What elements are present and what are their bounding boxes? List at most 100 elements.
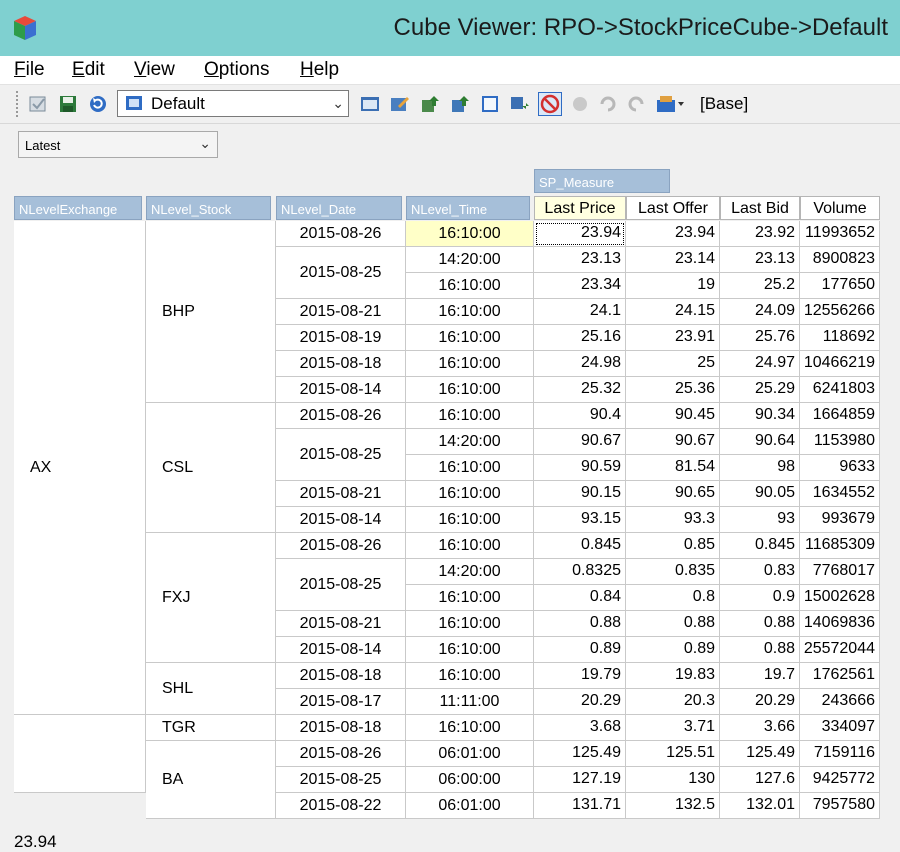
data-cell[interactable]: 243666: [800, 689, 880, 715]
stock-cell[interactable]: BHP: [146, 221, 276, 403]
menu-help[interactable]: Help: [300, 59, 339, 81]
time-cell[interactable]: 16:10:00: [406, 351, 534, 377]
time-cell[interactable]: 11:11:00: [406, 689, 534, 715]
data-cell[interactable]: 14069836: [800, 611, 880, 637]
data-cell[interactable]: 11685309: [800, 533, 880, 559]
edit-view-icon[interactable]: [390, 94, 410, 114]
suppress-zeros-icon[interactable]: [538, 92, 562, 116]
time-cell[interactable]: 16:10:00: [406, 299, 534, 325]
data-cell[interactable]: 125.51: [626, 741, 720, 767]
time-cell[interactable]: 16:10:00: [406, 663, 534, 689]
data-cell[interactable]: 90.4: [534, 403, 626, 429]
date-cell[interactable]: 2015-08-18: [276, 663, 406, 689]
data-cell[interactable]: 0.88: [626, 611, 720, 637]
data-cell[interactable]: 93.3: [626, 507, 720, 533]
data-cell[interactable]: 9633: [800, 455, 880, 481]
time-cell[interactable]: 06:01:00: [406, 793, 534, 819]
data-cell[interactable]: 23.92: [720, 221, 800, 247]
data-cell[interactable]: 93.15: [534, 507, 626, 533]
time-cell[interactable]: 16:10:00: [406, 325, 534, 351]
data-cell[interactable]: 23.13: [720, 247, 800, 273]
time-cell[interactable]: 14:20:00: [406, 429, 534, 455]
data-cell[interactable]: 93: [720, 507, 800, 533]
data-cell[interactable]: 24.97: [720, 351, 800, 377]
date-cell[interactable]: 2015-08-14: [276, 637, 406, 663]
menu-file[interactable]: File: [14, 59, 45, 81]
data-cell[interactable]: 90.67: [626, 429, 720, 455]
time-cell[interactable]: 16:10:00: [406, 455, 534, 481]
data-cell[interactable]: 25.16: [534, 325, 626, 351]
data-cell[interactable]: 90.34: [720, 403, 800, 429]
data-cell[interactable]: 7957580: [800, 793, 880, 819]
data-cell[interactable]: 0.845: [534, 533, 626, 559]
time-cell[interactable]: 16:10:00: [406, 611, 534, 637]
stock-cell[interactable]: BA: [146, 741, 276, 819]
time-cell[interactable]: 14:20:00: [406, 247, 534, 273]
data-cell[interactable]: 130: [626, 767, 720, 793]
data-cell[interactable]: 0.88: [720, 637, 800, 663]
date-cell[interactable]: 2015-08-18: [276, 715, 406, 741]
data-cell[interactable]: 12556266: [800, 299, 880, 325]
data-cell[interactable]: 23.94: [626, 221, 720, 247]
data-cell[interactable]: 19: [626, 273, 720, 299]
data-cell[interactable]: 25.76: [720, 325, 800, 351]
time-cell[interactable]: 16:10:00: [406, 507, 534, 533]
grid-arrow-icon[interactable]: [510, 94, 530, 114]
stock-cell[interactable]: TGR: [146, 715, 276, 741]
sandbox-icon[interactable]: [656, 94, 686, 114]
date-cell[interactable]: 2015-08-19: [276, 325, 406, 351]
date-cell[interactable]: 2015-08-17: [276, 689, 406, 715]
data-cell[interactable]: 0.845: [720, 533, 800, 559]
data-cell[interactable]: 7159116: [800, 741, 880, 767]
data-cell[interactable]: 23.91: [626, 325, 720, 351]
data-cell[interactable]: 993679: [800, 507, 880, 533]
date-cell[interactable]: 2015-08-21: [276, 611, 406, 637]
time-cell[interactable]: 16:10:00: [406, 637, 534, 663]
column-header-last-bid[interactable]: Last Bid: [720, 196, 800, 220]
time-cell[interactable]: 16:10:00: [406, 533, 534, 559]
redo-icon[interactable]: [626, 94, 646, 114]
time-cell[interactable]: 16:10:00: [406, 273, 534, 299]
data-cell[interactable]: 0.83: [720, 559, 800, 585]
data-cell[interactable]: 7768017: [800, 559, 880, 585]
toolbar-grip[interactable]: [16, 91, 22, 117]
time-cell[interactable]: 06:00:00: [406, 767, 534, 793]
data-cell[interactable]: 25.32: [534, 377, 626, 403]
date-cell[interactable]: 2015-08-25: [276, 247, 406, 299]
view-select[interactable]: Default ⌄: [117, 90, 349, 117]
data-cell[interactable]: 24.1: [534, 299, 626, 325]
column-dimension-header[interactable]: SP_Measure: [534, 169, 670, 193]
data-cell[interactable]: 0.88: [720, 611, 800, 637]
time-cell[interactable]: 16:10:00: [406, 403, 534, 429]
date-cell[interactable]: 2015-08-26: [276, 403, 406, 429]
date-cell[interactable]: 2015-08-26: [276, 741, 406, 767]
data-cell[interactable]: 1664859: [800, 403, 880, 429]
data-cell[interactable]: 25: [626, 351, 720, 377]
info-icon[interactable]: [570, 94, 590, 114]
data-cell[interactable]: 10466219: [800, 351, 880, 377]
data-cell[interactable]: 8900823: [800, 247, 880, 273]
data-cell[interactable]: 11993652: [800, 221, 880, 247]
data-cell[interactable]: 177650: [800, 273, 880, 299]
data-cell[interactable]: 25572044: [800, 637, 880, 663]
data-cell[interactable]: 23.34: [534, 273, 626, 299]
stock-cell[interactable]: FXJ: [146, 533, 276, 663]
data-cell[interactable]: 23.13: [534, 247, 626, 273]
data-cell[interactable]: 132.01: [720, 793, 800, 819]
time-cell[interactable]: 16:10:00: [406, 221, 534, 247]
date-cell[interactable]: 2015-08-26: [276, 533, 406, 559]
data-cell[interactable]: 15002628: [800, 585, 880, 611]
data-cell[interactable]: 1153980: [800, 429, 880, 455]
data-cell[interactable]: 0.84: [534, 585, 626, 611]
data-cell[interactable]: 3.71: [626, 715, 720, 741]
column-header-volume[interactable]: Volume: [800, 196, 880, 220]
date-cell[interactable]: 2015-08-26: [276, 221, 406, 247]
row-dimension-header[interactable]: NLevel_Stock: [146, 196, 271, 220]
data-cell[interactable]: 90.59: [534, 455, 626, 481]
refresh-icon[interactable]: [88, 94, 108, 114]
data-cell[interactable]: 3.66: [720, 715, 800, 741]
date-cell[interactable]: 2015-08-14: [276, 377, 406, 403]
date-cell[interactable]: 2015-08-25: [276, 767, 406, 793]
data-cell[interactable]: 90.05: [720, 481, 800, 507]
time-cell[interactable]: 16:10:00: [406, 585, 534, 611]
